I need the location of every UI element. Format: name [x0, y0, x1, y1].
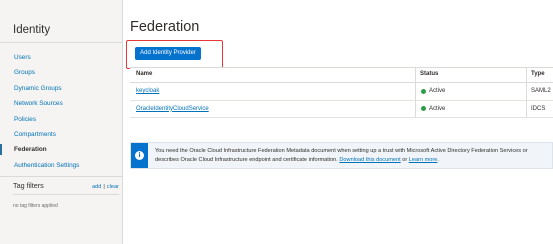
provider-status: Active	[429, 105, 446, 112]
page-title: Federation	[130, 19, 200, 35]
info-banner: i You need the Oracle Cloud Infrastructu…	[130, 142, 553, 169]
tag-filters-clear-link[interactable]: clear	[107, 184, 119, 190]
info-banner-bar: i	[131, 143, 148, 168]
column-divider	[415, 83, 416, 100]
identity-providers-table: Name Status Type keycloak Active SAML2 O…	[130, 67, 553, 118]
info-icon: i	[135, 151, 144, 160]
info-banner-line: describes Oracle Cloud Infrastructure en…	[155, 156, 553, 165]
sidebar-item-network-sources[interactable]: Network Sources	[14, 96, 79, 111]
info-banner-text-part: describes Oracle Cloud Infrastructure en…	[155, 157, 338, 163]
sidebar-item-dynamic-groups[interactable]: Dynamic Groups	[14, 81, 79, 96]
sidebar-divider	[0, 42, 122, 43]
sidebar-item-compartments[interactable]: Compartments	[14, 127, 79, 142]
highlight-box	[126, 40, 223, 69]
column-header-status[interactable]: Status	[420, 71, 438, 77]
column-divider	[415, 100, 416, 117]
learn-more-link[interactable]: Learn more	[409, 157, 438, 163]
sidebar-item-users[interactable]: Users	[14, 50, 79, 65]
download-document-link[interactable]: Download this document	[339, 157, 400, 163]
table-header: Name Status Type	[130, 67, 553, 83]
provider-name-link[interactable]: OracleIdentityCloudService	[136, 106, 209, 112]
sidebar-nav: Users Groups Dynamic Groups Network Sour…	[14, 50, 79, 173]
column-divider	[526, 68, 527, 82]
tag-filters-line	[13, 194, 119, 195]
column-divider	[526, 100, 527, 117]
tag-filters-divider	[0, 176, 122, 177]
provider-type: SAML2	[531, 88, 551, 94]
column-divider	[526, 83, 527, 100]
sidebar-item-policies[interactable]: Policies	[14, 112, 79, 127]
info-banner-line: You need the Oracle Cloud Infrastructure…	[155, 148, 528, 154]
table-row: OracleIdentityCloudService Active IDCS	[130, 100, 553, 118]
column-header-name[interactable]: Name	[136, 71, 152, 77]
sidebar-item-authentication-settings[interactable]: Authentication Settings	[14, 158, 79, 173]
sidebar-item-federation[interactable]: Federation	[14, 142, 79, 157]
table-row: keycloak Active SAML2	[130, 83, 553, 101]
tag-filters-separator: |	[103, 184, 105, 190]
tag-filters-actions: add | clear	[92, 184, 119, 190]
status-dot-icon	[421, 106, 426, 111]
info-banner-end: .	[437, 157, 439, 163]
provider-status: Active	[429, 88, 446, 94]
column-header-type[interactable]: Type	[531, 71, 545, 77]
tag-filters-add-link[interactable]: add	[92, 184, 101, 190]
provider-name-link[interactable]: keycloak	[136, 88, 159, 94]
sidebar-item-groups[interactable]: Groups	[14, 65, 79, 80]
info-banner-text: You need the Oracle Cloud Infrastructure…	[155, 147, 553, 166]
tag-filters-empty-text: no tag filters applied	[13, 203, 58, 209]
info-banner-or: or	[402, 157, 408, 163]
tag-filters-title: Tag filters	[13, 181, 44, 190]
provider-type: IDCS	[531, 105, 546, 112]
sidebar-title: Identity	[13, 24, 51, 36]
column-divider	[415, 68, 416, 82]
sidebar: Identity Users Groups Dynamic Groups Net…	[0, 0, 123, 244]
status-dot-icon	[421, 88, 426, 94]
